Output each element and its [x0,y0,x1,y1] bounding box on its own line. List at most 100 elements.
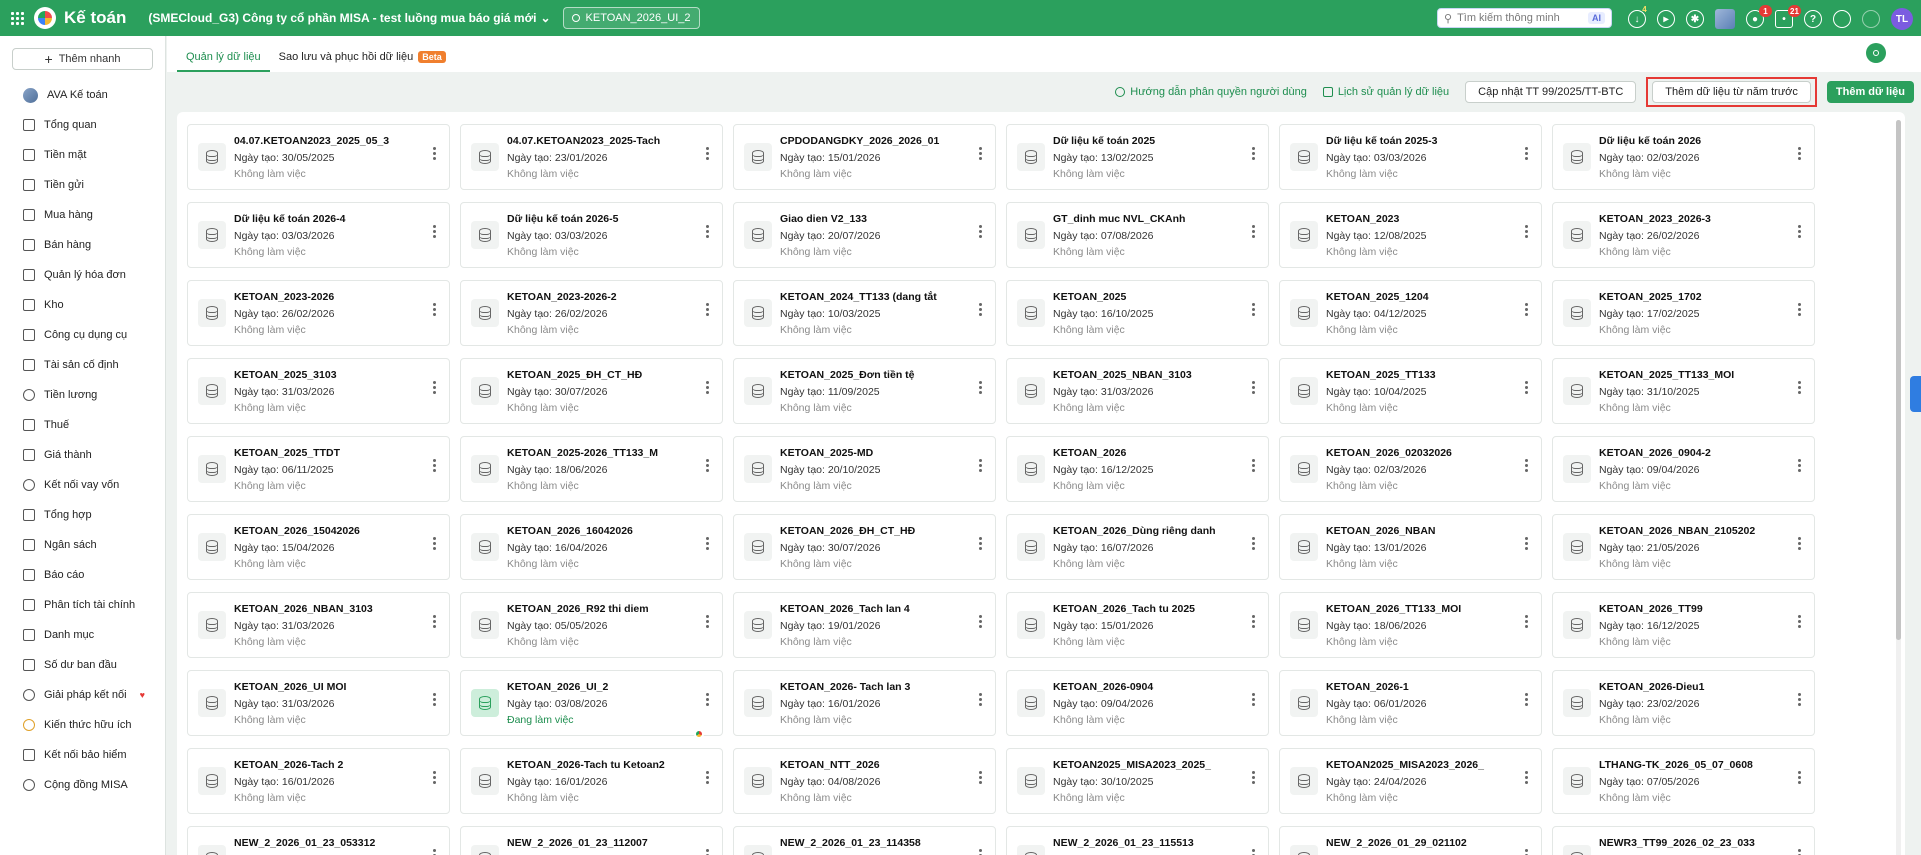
database-card[interactable]: NEW_2_2026_01_23_114358 [733,826,996,855]
more-options-icon[interactable] [1252,537,1255,550]
more-options-icon[interactable] [1525,537,1528,550]
database-card[interactable]: NEW_2_2026_01_23_112007 [460,826,723,855]
database-card[interactable]: NEW_2_2026_01_23_053312 [187,826,450,855]
more-options-icon[interactable] [706,537,709,550]
more-options-icon[interactable] [706,771,709,784]
sidebar-item[interactable]: Kết nối bảo hiểm [0,740,165,770]
more-options-icon[interactable] [433,459,436,472]
database-card[interactable]: KETOAN_2025_1204 Ngày tạo: 04/12/2025 Khôn… [1279,280,1542,346]
database-card[interactable]: KETOAN_2025-2026_TT133_M Ngày tạo: 18/06/… [460,436,723,502]
database-card[interactable]: KETOAN_2026_R92 thi diem Ngày tạo: 05/05/… [460,592,723,658]
sidebar-item[interactable]: Bán hàng [0,230,165,260]
more-options-icon[interactable] [1798,303,1801,316]
database-card[interactable]: KETOAN_2026_NBAN_2105202 Ngày tạo: 21/05/… [1552,514,1815,580]
sidebar-item[interactable]: AVA Kế toán [0,80,165,110]
database-card[interactable]: KETOAN2025_MISA2023_2025_ Ngày tạo: 30/10… [1006,748,1269,814]
database-card[interactable]: Dữ liệu kế toán 2026-4 Ngày tạo: 03/03/20… [187,202,450,268]
tab-data-management[interactable]: Quản lý dữ liệu [177,51,270,72]
database-card[interactable]: KETOAN_2026-1 Ngày tạo: 06/01/2026 Không l… [1279,670,1542,736]
database-card[interactable]: Giao dien V2_133 Ngày tạo: 20/07/2026 Khôn… [733,202,996,268]
database-card[interactable]: KETOAN_2025_TTDT Ngày tạo: 06/11/2025 Khôn… [187,436,450,502]
database-card[interactable]: KETOAN_2023_2026-3 Ngày tạo: 26/02/2026 Kh… [1552,202,1815,268]
database-card[interactable]: KETOAN2025_MISA2023_2026_ Ngày tạo: 24/04… [1279,748,1542,814]
database-card[interactable]: KETOAN_2024_TT133 (dang tắt Ngày tạo: 10/… [733,280,996,346]
database-card[interactable]: KETOAN_2023 Ngày tạo: 12/08/2025 Không làm… [1279,202,1542,268]
more-options-icon[interactable] [433,147,436,160]
database-card[interactable]: KETOAN_2025_Đơn tiền tệ Ngày tạo: 11/09/2… [733,358,996,424]
more-options-icon[interactable] [1525,147,1528,160]
more-options-icon[interactable] [979,849,982,855]
database-card[interactable]: 04.07.KETOAN2023_2025_05_3 Ngày tạo: 30/0… [187,124,450,190]
more-options-icon[interactable] [1252,615,1255,628]
database-card[interactable]: KETOAN_2025 Ngày tạo: 16/10/2025 Không làm… [1006,280,1269,346]
database-card[interactable]: Dữ liệu kế toán 2026 Ngày tạo: 02/03/2026… [1552,124,1815,190]
database-card[interactable]: KETOAN_2026-0904 Ngày tạo: 09/04/2026 Khôn… [1006,670,1269,736]
more-options-icon[interactable] [706,147,709,160]
sidebar-item[interactable]: Tiền mặt [0,140,165,170]
more-options-icon[interactable] [1252,771,1255,784]
database-card[interactable]: KETOAN_2025_TT133_MOI Ngày tạo: 31/10/202… [1552,358,1815,424]
database-card[interactable]: KETOAN_2025_TT133 Ngày tạo: 10/04/2025 Khô… [1279,358,1542,424]
database-card[interactable]: KETOAN_2026_TT133_MOI Ngày tạo: 18/06/202… [1279,592,1542,658]
sidebar-item[interactable]: Quản lý hóa đơn [0,260,165,290]
more-options-icon[interactable] [979,537,982,550]
more-options-icon[interactable] [1525,225,1528,238]
sidebar-item[interactable]: Thuế [0,410,165,440]
more-options-icon[interactable] [1252,147,1255,160]
database-card[interactable]: KETOAN_2026_UI MOI Ngày tạo: 31/03/2026 Kh… [187,670,450,736]
user-avatar[interactable]: TL [1891,8,1913,30]
more-options-icon[interactable] [706,303,709,316]
database-card[interactable]: KETOAN_2025_NBAN_3103 Ngày tạo: 31/03/202… [1006,358,1269,424]
database-card[interactable]: KETOAN_2026_16042026 Ngày tạo: 16/04/2026… [460,514,723,580]
app-launcher-icon[interactable] [0,0,34,36]
sidebar-item[interactable]: Kết nối vay vốn [0,470,165,500]
more-options-icon[interactable] [1525,303,1528,316]
play-icon[interactable]: ▸ [1657,10,1675,28]
more-options-icon[interactable] [979,381,982,394]
database-card[interactable]: KETOAN_2026 Ngày tạo: 16/12/2025 Không làm… [1006,436,1269,502]
more-options-icon[interactable] [433,537,436,550]
database-card[interactable]: Dữ liệu kế toán 2025 Ngày tạo: 13/02/2025… [1006,124,1269,190]
more-options-icon[interactable] [706,381,709,394]
database-card[interactable]: KETOAN_2026_15042026 Ngày tạo: 15/04/2026… [187,514,450,580]
help-icon[interactable]: ? [1804,10,1822,28]
more-options-icon[interactable] [1798,771,1801,784]
more-options-icon[interactable] [1525,693,1528,706]
database-card[interactable]: KETOAN_2026_Dùng riêng danh Ngày tạo: 16/… [1006,514,1269,580]
more-options-icon[interactable] [1252,225,1255,238]
database-card[interactable]: KETOAN_2026_NBAN_3103 Ngày tạo: 31/03/202… [187,592,450,658]
sidebar-item[interactable]: Công cụ dụng cụ [0,320,165,350]
more-options-icon[interactable] [1525,771,1528,784]
database-card[interactable]: KETOAN_2026_02032026 Ngày tạo: 02/03/2026… [1279,436,1542,502]
more-options-icon[interactable] [1798,615,1801,628]
more-options-icon[interactable] [1798,459,1801,472]
database-card[interactable]: LTHANG-TK_2026_05_07_0608 Ngày tạo: 07/05… [1552,748,1815,814]
more-options-icon[interactable] [1525,849,1528,855]
more-options-icon[interactable] [1798,693,1801,706]
database-card[interactable]: 04.07.KETOAN2023_2025-Tach Ngày tạo: 23/0… [460,124,723,190]
current-database-chip[interactable]: KETOAN_2026_UI_2 [562,7,700,29]
database-card[interactable]: KETOAN_2025_3103 Ngày tạo: 31/03/2026 Khôn… [187,358,450,424]
database-card[interactable]: KETOAN_2026_NBAN Ngày tạo: 13/01/2026 Khôn… [1279,514,1542,580]
more-options-icon[interactable] [433,693,436,706]
sidebar-item[interactable]: Phân tích tài chính [0,590,165,620]
more-options-icon[interactable] [1798,381,1801,394]
data-history-link[interactable]: Lịch sử quản lý dữ liệu [1322,86,1449,98]
more-options-icon[interactable] [979,771,982,784]
sidebar-item[interactable]: Kho [0,290,165,320]
sidebar-item[interactable]: Ngân sách [0,530,165,560]
more-options-icon[interactable] [1798,225,1801,238]
sidebar-item[interactable]: Tổng quan [0,110,165,140]
database-card[interactable]: KETOAN_2023-2026 Ngày tạo: 26/02/2026 Khôn… [187,280,450,346]
company-selector[interactable]: (SMECloud_G3) Công ty cổ phần MISA - tes… [148,11,550,25]
more-options-icon[interactable] [979,303,982,316]
more-options-icon[interactable] [979,147,982,160]
database-card[interactable]: KETOAN_2025_ĐH_CT_HĐ Ngày tạo: 30/07/2026… [460,358,723,424]
smart-search-input[interactable]: ⚲ Tìm kiếm thông minh AI [1437,8,1612,28]
notification-icon[interactable]: • 21 [1775,5,1801,28]
more-options-icon[interactable] [1525,615,1528,628]
more-options-icon[interactable] [1798,147,1801,160]
status-circle-icon[interactable] [1833,10,1851,28]
sidebar-item[interactable]: Tổng hợp [0,500,165,530]
sidebar-item[interactable]: Báo cáo [0,560,165,590]
